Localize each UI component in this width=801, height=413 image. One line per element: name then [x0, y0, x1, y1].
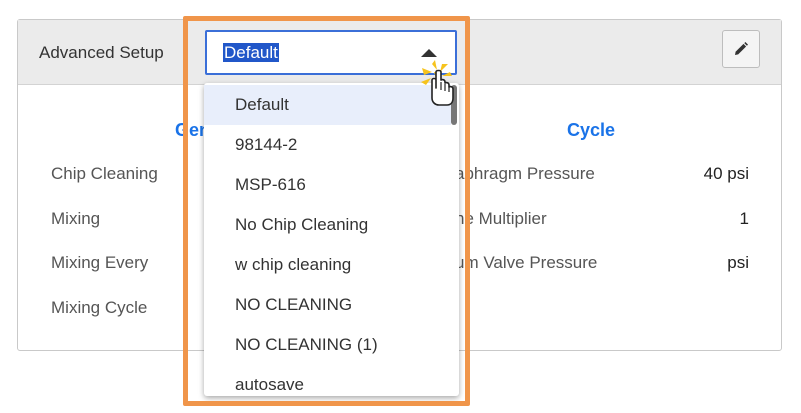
edit-button[interactable] — [722, 30, 760, 68]
dropdown-option-default[interactable]: Default — [204, 85, 451, 125]
cycle-section-heading: Cycle — [567, 120, 616, 140]
dropdown-option[interactable]: NO CLEANING (1) — [204, 325, 451, 365]
time-multiplier-label: ne Multiplier — [455, 209, 547, 228]
vacuum-valve-pressure-label: um Valve Pressure — [455, 253, 598, 272]
dropdown-option[interactable]: MSP-616 — [204, 165, 451, 205]
mixing-cycle-label: Mixing Cycle — [51, 298, 148, 317]
profile-select-value: Default — [223, 43, 279, 62]
dropdown-option[interactable]: 98144-2 — [204, 125, 451, 165]
diaphragm-pressure-label: aphragm Pressure — [455, 164, 595, 183]
dropdown-option[interactable]: NO CLEANING — [204, 285, 451, 325]
hand-pointer-cursor-icon — [421, 60, 454, 106]
chip-cleaning-label: Chip Cleaning — [51, 164, 158, 183]
panel-title: Advanced Setup — [39, 43, 164, 62]
dropdown-option[interactable]: No Chip Cleaning — [204, 205, 451, 245]
mixing-every-label: Mixing Every — [51, 253, 149, 272]
pencil-icon — [735, 42, 748, 55]
mixing-label: Mixing — [51, 209, 101, 228]
dropdown-option[interactable]: autosave — [204, 365, 451, 396]
dropdown-option[interactable]: w chip cleaning — [204, 245, 451, 285]
profile-dropdown-list[interactable]: Default 98144-2 MSP-616 No Chip Cleaning… — [204, 83, 459, 396]
diaphragm-pressure-value: 40 psi — [703, 164, 749, 183]
caret-up-icon[interactable] — [421, 49, 437, 57]
dropdown-scrollbar[interactable] — [451, 83, 457, 396]
vacuum-valve-pressure-value: psi — [727, 253, 749, 272]
time-multiplier-value: 1 — [739, 209, 749, 228]
